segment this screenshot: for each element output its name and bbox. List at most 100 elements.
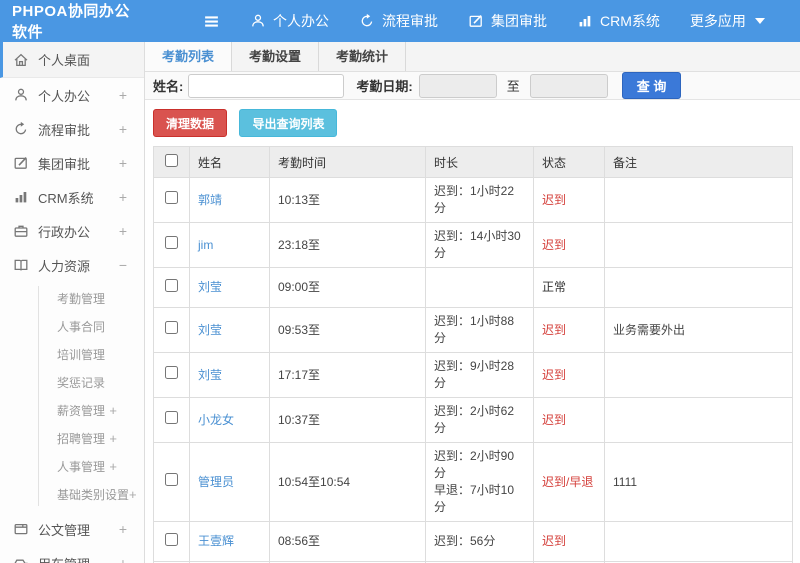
expand-plus-icon: + [118, 189, 127, 205]
remark-cell [604, 267, 793, 308]
sidebar-toggle-button[interactable] [203, 13, 220, 30]
row-checkbox[interactable] [165, 366, 178, 379]
sidebar-item-label: 行政办公 [38, 224, 91, 240]
tab-attendance-settings[interactable]: 考勤设置 [232, 42, 320, 71]
tab-attendance-stats[interactable]: 考勤统计 [319, 42, 407, 71]
name-input[interactable] [188, 73, 345, 98]
name-label: 姓名: [153, 79, 184, 94]
user-icon [13, 87, 29, 103]
tab-attendance-list[interactable]: 考勤列表 [145, 42, 233, 71]
sidebar-subitem-base-category[interactable]: 基础类别设置 + [0, 480, 144, 508]
collapse-minus-icon: − [118, 257, 127, 273]
duration-cell: 迟到：1小时88分 [425, 307, 534, 353]
sidebar-item-hr[interactable]: 人力资源 − [0, 248, 144, 282]
nav-label: 更多应用 [689, 13, 746, 29]
duration-cell: 迟到：2小时62分 [425, 397, 534, 443]
employee-name-link[interactable]: jim [198, 238, 213, 252]
employee-name-link[interactable]: 刘莹 [198, 280, 222, 294]
duration-cell: 迟到：1小时22分 [425, 177, 534, 223]
row-checkbox[interactable] [165, 278, 178, 292]
employee-name-link[interactable]: 小龙女 [198, 413, 234, 427]
sidebar-subitem-hr-contract[interactable]: 人事合同 [0, 312, 144, 340]
remark-cell [604, 222, 793, 268]
remark-cell: 业务需要外出 [604, 307, 793, 353]
sidebar-subitem-reward-punishment[interactable]: 奖惩记录 [0, 368, 144, 396]
book-icon [13, 257, 29, 273]
sidebar-subitem-label: 考勤管理 [57, 291, 106, 306]
row-checkbox[interactable] [165, 411, 178, 424]
expand-plus-icon: + [118, 121, 127, 137]
sidebar-item-crm[interactable]: CRM系统 + [0, 180, 144, 214]
sidebar-subitem-recruitment[interactable]: 招聘管理 + [0, 424, 144, 452]
user-icon [250, 13, 266, 29]
hr-submenu: 考勤管理 人事合同 培训管理 奖惩记录 薪资管理 + 招聘管理 + 人事管理 + [0, 282, 144, 512]
nav-workflow-approval[interactable]: 流程审批 [359, 11, 438, 31]
sidebar-item-personal-office[interactable]: 个人办公 + [0, 78, 144, 112]
sidebar-subitem-personnel[interactable]: 人事管理 + [0, 452, 144, 480]
hamburger-icon [203, 13, 220, 30]
sidebar-subitem-label: 招聘管理 [57, 431, 106, 446]
briefcase-icon [13, 223, 29, 239]
sidebar-item-workflow-approval[interactable]: 流程审批 + [0, 112, 144, 146]
row-checkbox[interactable] [165, 191, 178, 204]
to-label: 至 [506, 79, 520, 94]
row-checkbox[interactable] [165, 236, 178, 249]
sidebar-item-admin-office[interactable]: 行政办公 + [0, 214, 144, 248]
chart-icon [13, 189, 29, 205]
duration-cell [425, 267, 534, 308]
date-from-input[interactable] [418, 73, 497, 98]
home-icon [13, 52, 29, 68]
export-list-button[interactable]: 导出查询列表 [239, 109, 338, 137]
nav-more-apps[interactable]: 更多应用 [690, 11, 765, 31]
employee-name-link[interactable]: 刘莹 [198, 323, 222, 337]
column-header-duration: 时长 [425, 146, 534, 178]
nav-crm[interactable]: CRM系统 [577, 11, 660, 31]
attendance-time-cell: 23:18至 [269, 222, 426, 268]
row-checkbox[interactable] [165, 321, 178, 334]
employee-name-link[interactable]: 王壹辉 [198, 534, 234, 548]
caret-down-icon [754, 18, 765, 24]
date-to-input[interactable] [529, 73, 608, 98]
column-header-time: 考勤时间 [269, 146, 426, 178]
sidebar-item-label: 公文管理 [38, 522, 91, 538]
column-header-name: 姓名 [189, 146, 270, 178]
row-checkbox[interactable] [165, 532, 178, 546]
sidebar-subitem-attendance[interactable]: 考勤管理 [0, 284, 144, 312]
status-cell: 迟到 [533, 397, 605, 443]
remark-cell [604, 352, 793, 398]
sidebar-item-desktop[interactable]: 个人桌面 [0, 42, 144, 78]
employee-name-link[interactable]: 刘莹 [198, 368, 222, 382]
nav-label: 集团审批 [491, 13, 547, 29]
sidebar-subitem-salary[interactable]: 薪资管理 + [0, 396, 144, 424]
nav-label: 流程审批 [382, 13, 438, 29]
employee-name-link[interactable]: 管理员 [198, 475, 234, 489]
query-button[interactable]: 查 询 [621, 72, 682, 99]
sidebar-item-group-approval[interactable]: 集团审批 + [0, 146, 144, 180]
sidebar-item-document-management[interactable]: 公文管理 + [0, 512, 144, 546]
sidebar-item-label: 流程审批 [38, 122, 91, 138]
attendance-time-cell: 08:56至 [269, 521, 426, 562]
nav-group-approval[interactable]: 集团审批 [468, 11, 547, 31]
select-all-checkbox[interactable] [165, 154, 178, 167]
attendance-time-cell: 10:13至 [269, 177, 426, 223]
remark-cell [604, 177, 793, 223]
expand-plus-icon: + [118, 555, 127, 563]
clean-data-button[interactable]: 清理数据 [153, 109, 228, 137]
table-row: 郭靖 10:13至 迟到：1小时22分 迟到 [153, 177, 793, 223]
status-cell: 迟到 [533, 352, 605, 398]
sidebar-item-vehicle-management[interactable]: 用车管理 + [0, 546, 144, 563]
employee-name-link[interactable]: 郭靖 [198, 193, 222, 207]
process-icon [359, 13, 375, 29]
nav-personal-office[interactable]: 个人办公 [250, 11, 329, 31]
sidebar-subitem-training[interactable]: 培训管理 [0, 340, 144, 368]
table-row: 刘莹 09:53至 迟到：1小时88分 迟到 业务需要外出 [153, 307, 793, 353]
duration-cell: 迟到：14小时30分 [425, 222, 534, 268]
tab-bar: 考勤列表 考勤设置 考勤统计 [145, 42, 800, 72]
expand-plus-icon: + [109, 430, 117, 446]
expand-plus-icon: + [109, 458, 117, 474]
edit-icon [13, 155, 29, 171]
nav-label: 个人办公 [273, 13, 329, 29]
sidebar-subitem-label: 奖惩记录 [57, 375, 106, 390]
row-checkbox[interactable] [165, 473, 178, 486]
sidebar-item-label: 用车管理 [38, 554, 119, 563]
